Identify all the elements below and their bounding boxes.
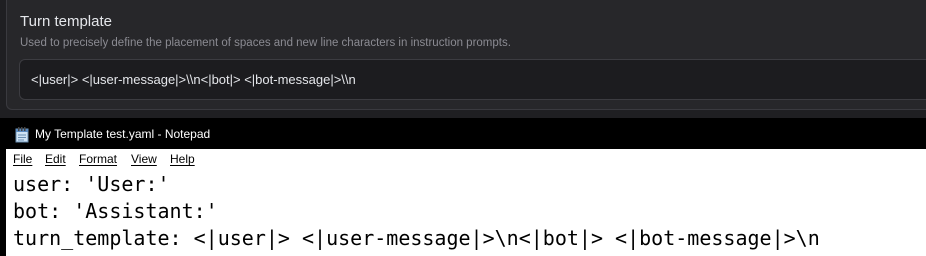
- settings-area: Turn template Used to precisely define t…: [0, 0, 926, 118]
- notepad-window: My Template test.yaml - Notepad File Edi…: [6, 121, 926, 256]
- text-editor[interactable]: user: 'User:' bot: 'Assistant:' turn_tem…: [6, 169, 926, 256]
- menu-view[interactable]: View: [131, 152, 157, 166]
- editor-line: user: 'User:': [13, 172, 170, 196]
- window-titlebar[interactable]: My Template test.yaml - Notepad: [6, 121, 926, 149]
- turn-template-input[interactable]: [19, 59, 926, 100]
- menu-bar: File Edit Format View Help: [6, 149, 926, 169]
- menu-format[interactable]: Format: [79, 152, 117, 166]
- window-title: My Template test.yaml - Notepad: [35, 127, 211, 141]
- notepad-icon: [15, 127, 29, 143]
- menu-edit[interactable]: Edit: [45, 152, 66, 166]
- editor-line: bot: 'Assistant:': [13, 199, 218, 223]
- panel-description: Used to precisely define the placement o…: [20, 37, 511, 49]
- turn-template-panel: Turn template Used to precisely define t…: [6, 0, 926, 110]
- editor-line: turn_template: <|user|> <|user-message|>…: [13, 226, 820, 250]
- menu-file[interactable]: File: [13, 152, 32, 166]
- menu-help[interactable]: Help: [170, 152, 195, 166]
- panel-title: Turn template: [20, 13, 112, 30]
